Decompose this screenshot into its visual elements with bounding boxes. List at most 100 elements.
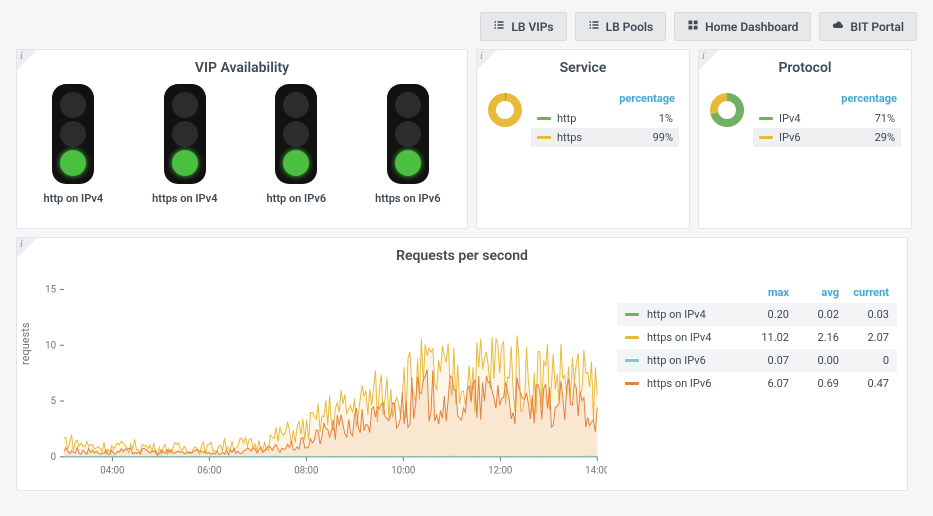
nav-label: LB Pools (606, 20, 654, 34)
traffic-light-body (387, 84, 429, 184)
series-avg: 0.69 (789, 377, 839, 390)
green-bulb (172, 150, 198, 176)
legend-name: http (557, 112, 637, 125)
traffic-light-label: http on IPv6 (267, 192, 327, 205)
svg-text:12:00: 12:00 (488, 465, 513, 476)
red-bulb (60, 92, 86, 118)
svg-text:06:00: 06:00 (197, 465, 222, 476)
series-current: 0 (839, 354, 889, 367)
legend-row[interactable]: https99% (531, 128, 679, 147)
rps-legend-table: max avg current http on IPv40.200.020.03… (617, 272, 897, 482)
svg-text:5: 5 (51, 396, 57, 407)
svg-text:14:00: 14:00 (585, 465, 607, 476)
series-name: http on IPv6 (647, 354, 739, 367)
column-header: percentage (753, 92, 901, 109)
panel-title: Protocol (699, 50, 911, 84)
red-bulb (283, 92, 309, 118)
legend-row[interactable]: https on IPv66.070.690.47 (617, 372, 897, 395)
legend-row[interactable]: http on IPv60.070.000 (617, 349, 897, 372)
legend-row[interactable]: IPv471% (753, 109, 901, 128)
column-header: percentage (531, 92, 679, 109)
nav-bar: LB VIPs LB Pools Home Dashboard BIT Portal (0, 0, 933, 49)
nav-button-lb-pools[interactable]: LB Pools (575, 12, 667, 41)
nav-button-lb-vips[interactable]: LB VIPs (480, 12, 566, 41)
pie-chart-protocol (709, 92, 745, 147)
legend-row[interactable]: http on IPv40.200.020.03 (617, 303, 897, 326)
traffic-light-label: https on IPv6 (375, 192, 440, 205)
traffic-light-label: http on IPv4 (44, 192, 104, 205)
series-name: https on IPv4 (647, 331, 739, 344)
yellow-bulb (283, 121, 309, 147)
green-bulb (283, 150, 309, 176)
panel-service: Service percentage http1%https99% (476, 49, 690, 229)
legend-value: 1% (637, 112, 673, 125)
series-name: https on IPv6 (647, 377, 739, 390)
traffic-light: http on IPv4 (44, 84, 104, 205)
series-max: 11.02 (739, 331, 789, 344)
column-header-current: current (839, 286, 889, 299)
svg-text:04:00: 04:00 (100, 465, 125, 476)
panel-requests-per-second: Requests per second requests 05101504:00… (16, 237, 908, 491)
legend-row[interactable]: http1% (531, 109, 679, 128)
panel-title: Requests per second (17, 238, 907, 272)
legend-name: IPv4 (779, 112, 859, 125)
column-header-max: max (739, 286, 789, 299)
grid-icon (687, 19, 699, 34)
nav-button-bit-portal[interactable]: BIT Portal (819, 12, 917, 41)
series-current: 2.07 (839, 331, 889, 344)
color-swatch (537, 136, 551, 139)
traffic-light-body (52, 84, 94, 184)
nav-label: Home Dashboard (705, 20, 798, 34)
nav-button-home-dashboard[interactable]: Home Dashboard (674, 12, 811, 41)
series-avg: 2.16 (789, 331, 839, 344)
svg-text:0: 0 (51, 452, 57, 463)
info-icon[interactable] (477, 50, 497, 70)
rps-chart[interactable]: requests 05101504:0006:0008:0010:0012:00… (23, 272, 607, 482)
traffic-light-body (164, 84, 206, 184)
traffic-light: https on IPv4 (152, 84, 217, 205)
series-max: 6.07 (739, 377, 789, 390)
color-swatch (759, 117, 773, 120)
legend-value: 29% (859, 131, 895, 144)
nav-label: BIT Portal (850, 20, 904, 34)
series-avg: 0.02 (789, 308, 839, 321)
traffic-light: https on IPv6 (375, 84, 440, 205)
green-bulb (60, 150, 86, 176)
series-current: 0.47 (839, 377, 889, 390)
color-swatch (625, 313, 639, 316)
legend-row[interactable]: https on IPv411.022.162.07 (617, 326, 897, 349)
yellow-bulb (395, 121, 421, 147)
series-max: 0.07 (739, 354, 789, 367)
legend-name: IPv6 (779, 131, 859, 144)
series-current: 0.03 (839, 308, 889, 321)
legend-name: https (557, 131, 637, 144)
series-avg: 0.00 (789, 354, 839, 367)
cloud-icon (832, 19, 844, 34)
info-icon[interactable] (17, 50, 37, 70)
color-swatch (759, 136, 773, 139)
red-bulb (172, 92, 198, 118)
panel-protocol: Protocol percentage IPv471%IPv629% (698, 49, 912, 229)
info-icon[interactable] (699, 50, 719, 70)
color-swatch (537, 117, 551, 120)
legend-value: 99% (637, 131, 673, 144)
svg-text:10:00: 10:00 (391, 465, 416, 476)
y-axis-label: requests (19, 322, 32, 365)
bottom-row: Requests per second requests 05101504:00… (0, 237, 933, 499)
panel-vip-availability: VIP Availability http on IPv4https on IP… (16, 49, 468, 229)
list-icon (493, 19, 505, 34)
list-icon (588, 19, 600, 34)
panel-title: Service (477, 50, 689, 84)
legend-row[interactable]: IPv629% (753, 128, 901, 147)
yellow-bulb (60, 121, 86, 147)
info-icon[interactable] (17, 238, 37, 258)
top-row: VIP Availability http on IPv4https on IP… (0, 49, 933, 237)
yellow-bulb (172, 121, 198, 147)
color-swatch (625, 336, 639, 339)
series-name: http on IPv4 (647, 308, 739, 321)
nav-label: LB VIPs (511, 20, 553, 34)
traffic-light-body (275, 84, 317, 184)
traffic-light: http on IPv6 (267, 84, 327, 205)
legend-value: 71% (859, 112, 895, 125)
series-max: 0.20 (739, 308, 789, 321)
